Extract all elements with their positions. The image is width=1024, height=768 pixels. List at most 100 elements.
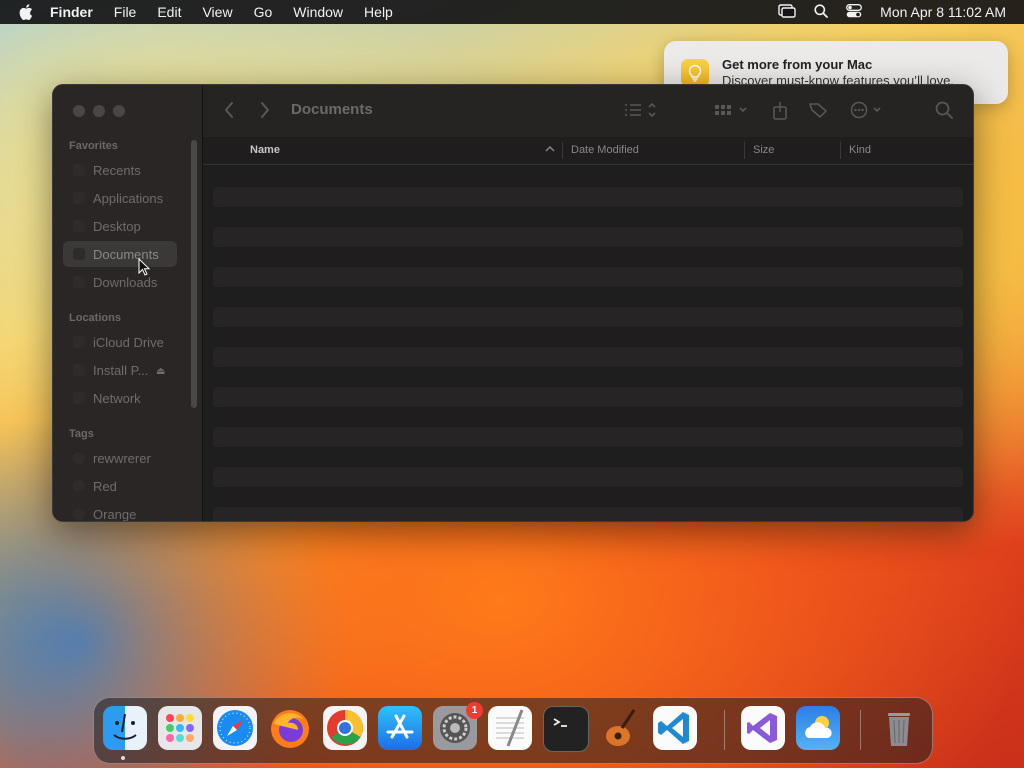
sidebar-item-applications[interactable]: Applications: [63, 185, 177, 211]
running-indicator: [121, 756, 125, 760]
notification-badge: 1: [466, 702, 483, 719]
launchpad-icon[interactable]: [158, 706, 202, 750]
sidebar-item-label: rewwrerer: [93, 450, 151, 466]
finder-icon[interactable]: [103, 706, 147, 750]
list-item-placeholder: [213, 307, 963, 327]
column-header: Name Date Modified Size Kind: [203, 137, 973, 165]
firefox-icon[interactable]: [268, 706, 312, 750]
sidebar-item-recents[interactable]: Recents: [63, 157, 177, 183]
finder-toolbar: Documents: [203, 85, 973, 138]
menu-app-name[interactable]: Finder: [50, 4, 93, 20]
share-icon[interactable]: [772, 101, 788, 126]
chrome-icon[interactable]: [323, 706, 367, 750]
sidebar-item-label: Red: [93, 478, 117, 494]
sidebar-item-label: Orange: [93, 506, 137, 522]
cloud-icon: [73, 336, 85, 348]
app-store-icon[interactable]: [378, 706, 422, 750]
window-controls: [73, 105, 125, 117]
dock-separator: [860, 710, 861, 750]
screen-mirroring-icon[interactable]: [778, 3, 796, 21]
list-item-placeholder: [213, 387, 963, 407]
sidebar-item-icloud-drive[interactable]: iCloud Drive: [63, 329, 177, 355]
menu-go[interactable]: Go: [254, 4, 273, 20]
list-item-placeholder: [213, 187, 963, 207]
disk-icon: [73, 364, 85, 376]
tag-icon[interactable]: [808, 101, 828, 124]
vscode-icon[interactable]: [653, 706, 697, 750]
search-icon[interactable]: [935, 101, 953, 124]
sidebar-item-downloads[interactable]: Downloads: [63, 269, 177, 295]
menu-bar: Finder File Edit View Go Window Help Mon…: [0, 0, 1024, 24]
menu-window[interactable]: Window: [293, 4, 343, 20]
window-title: Documents: [291, 101, 373, 118]
finder-sidebar: Favorites Recents Applications Desktop D…: [53, 85, 203, 521]
finder-window: Favorites Recents Applications Desktop D…: [52, 84, 974, 522]
list-item-placeholder: [213, 227, 963, 247]
list-item-placeholder: [213, 267, 963, 287]
zoom-window-button[interactable]: [113, 105, 125, 117]
column-size[interactable]: Size: [753, 144, 774, 156]
menu-help[interactable]: Help: [364, 4, 393, 20]
sidebar-item-label: Network: [93, 390, 141, 406]
download-icon: [73, 276, 85, 288]
list-item-placeholder: [213, 507, 963, 521]
clock-icon: [73, 164, 85, 176]
garageband-icon[interactable]: [598, 706, 642, 750]
sidebar-item-label: Applications: [93, 190, 164, 206]
lightbulb-icon: [681, 58, 709, 87]
forward-chevron-icon[interactable]: [259, 101, 271, 124]
column-date-modified[interactable]: Date Modified: [571, 144, 639, 156]
dock-separator: [724, 710, 725, 750]
safari-icon[interactable]: [213, 706, 257, 750]
sidebar-item-network[interactable]: Network: [63, 385, 177, 411]
list-item-placeholder: [213, 467, 963, 487]
menu-view[interactable]: View: [202, 4, 232, 20]
sort-ascending-chevron-icon[interactable]: [545, 144, 555, 157]
tag-dot-icon: [73, 480, 85, 492]
sidebar-section-locations: Locations: [69, 312, 121, 324]
notification-title: Get more from your Mac: [722, 57, 873, 72]
apple-menu-icon[interactable]: [16, 2, 36, 22]
applications-icon: [73, 192, 85, 204]
file-list: [213, 165, 963, 521]
menu-clock[interactable]: Mon Apr 8 11:02 AM: [880, 4, 1006, 20]
terminal-icon[interactable]: [543, 706, 589, 752]
control-center-icon[interactable]: [846, 3, 863, 21]
sidebar-item-desktop[interactable]: Desktop: [63, 213, 177, 239]
menu-edit[interactable]: Edit: [157, 4, 181, 20]
sidebar-section-favorites: Favorites: [69, 140, 118, 152]
list-item-placeholder: [213, 347, 963, 367]
tag-dot-icon: [73, 452, 85, 464]
list-item-placeholder: [213, 427, 963, 447]
network-icon: [73, 392, 85, 404]
menu-file[interactable]: File: [114, 4, 137, 20]
sidebar-scrollbar[interactable]: [191, 140, 197, 408]
more-actions-icon[interactable]: [850, 101, 886, 124]
sidebar-item-label: iCloud Drive: [93, 334, 164, 350]
desktop-icon: [73, 220, 85, 232]
sidebar-item-tag-red[interactable]: Red: [63, 473, 177, 499]
sidebar-item-documents[interactable]: Documents: [63, 241, 177, 267]
weather-icon[interactable]: [796, 706, 840, 750]
column-kind[interactable]: Kind: [849, 144, 871, 156]
document-icon: [73, 248, 85, 260]
column-name[interactable]: Name: [250, 144, 280, 156]
back-chevron-icon[interactable]: [223, 101, 235, 124]
close-window-button[interactable]: [73, 105, 85, 117]
sidebar-item-tag-orange[interactable]: Orange: [63, 501, 177, 522]
spotlight-search-icon[interactable]: [814, 3, 829, 21]
visual-studio-icon[interactable]: [741, 706, 785, 750]
tag-dot-icon: [73, 508, 85, 520]
textedit-icon[interactable]: [488, 706, 532, 750]
mouse-pointer-icon: [138, 257, 151, 281]
sidebar-item-tag-rewwrerer[interactable]: rewwrerer: [63, 445, 177, 471]
sidebar-item-label: Recents: [93, 162, 141, 178]
trash-icon[interactable]: [877, 706, 921, 750]
eject-icon[interactable]: ⏏: [156, 366, 165, 377]
sidebar-item-label: Install P...: [93, 362, 149, 378]
system-settings-icon[interactable]: 1: [433, 702, 483, 750]
minimize-window-button[interactable]: [93, 105, 105, 117]
sidebar-section-tags: Tags: [69, 428, 94, 440]
group-grid-icon[interactable]: [714, 101, 750, 124]
list-view-icon[interactable]: [624, 101, 660, 124]
